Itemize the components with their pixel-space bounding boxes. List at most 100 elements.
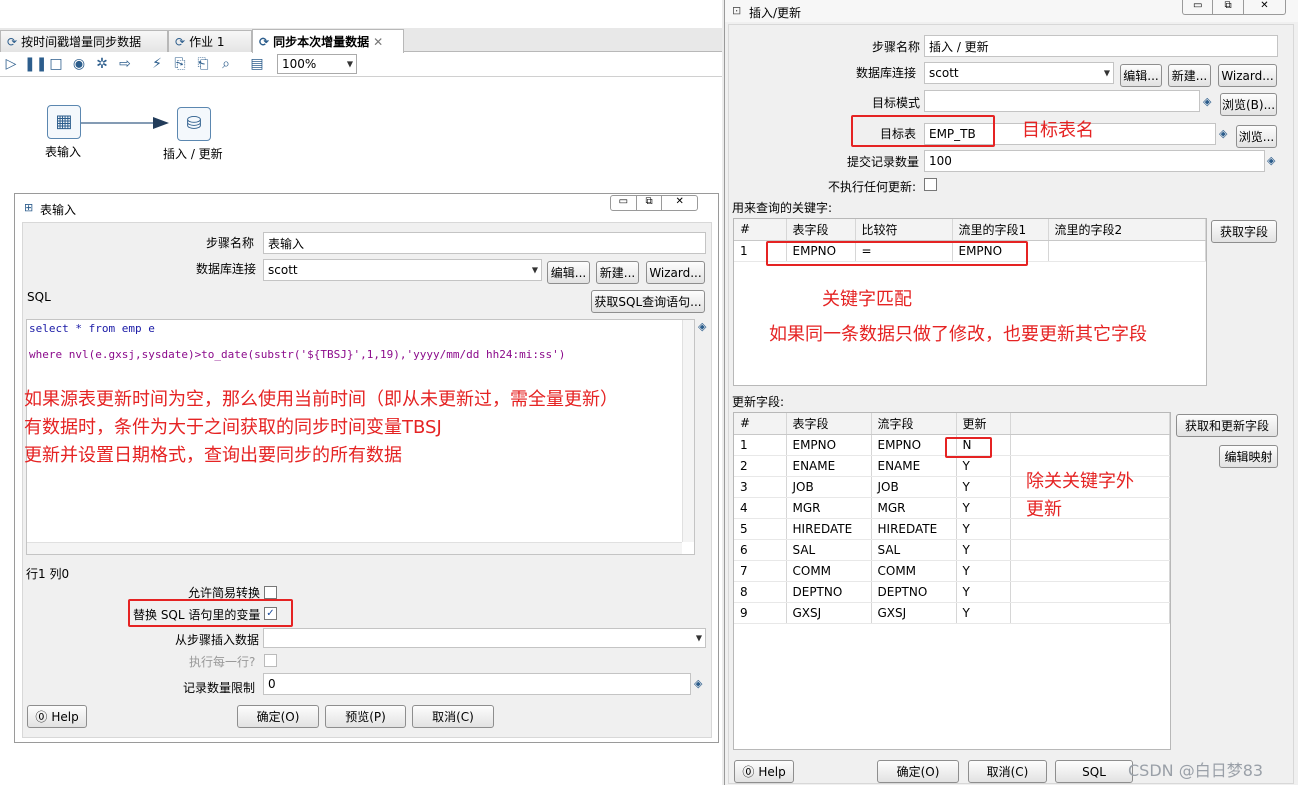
watermark: CSDN @白日梦83 — [1128, 761, 1264, 780]
table-header-row: # 表字段 流字段 更新 — [734, 413, 1170, 435]
chevron-down-icon: ▼ — [695, 633, 702, 643]
highlight-box — [766, 241, 1028, 266]
execute-each-row-checkbox[interactable] — [264, 654, 277, 667]
table-row[interactable]: 8 DEPTNO DEPTNO Y — [734, 581, 1170, 603]
tab-incremental-sync[interactable]: ⟳ 按时间戳增量同步数据 — [0, 30, 168, 52]
debug-icon[interactable]: ✲ — [93, 56, 111, 72]
column-header[interactable]: 流里的字段1 — [952, 219, 1049, 241]
annotation: 关键字匹配 — [822, 289, 912, 310]
preview-button[interactable]: 预览(P) — [325, 705, 406, 728]
pause-icon[interactable]: ❚❚ — [24, 56, 47, 72]
column-header[interactable]: # — [734, 219, 787, 241]
zoom-select[interactable]: 100% ▼ — [277, 54, 357, 74]
commit-size-input[interactable]: 100 — [924, 150, 1265, 172]
variable-icon: ◈ — [698, 320, 707, 333]
column-header[interactable]: 表字段 — [786, 413, 872, 435]
variable-icon: ◈ — [1267, 154, 1276, 167]
ok-button[interactable]: 确定(O) — [237, 705, 319, 728]
verify-icon[interactable]: ⚡ — [148, 56, 166, 72]
step-name-label: 步骤名称 — [206, 236, 255, 250]
hop-arrow — [81, 117, 169, 129]
help-button[interactable]: ⓪ Help — [27, 705, 87, 728]
node-label: 插入 / 更新 — [163, 147, 223, 161]
get-sql-button[interactable]: 获取SQL查询语句... — [591, 290, 705, 313]
stop-icon[interactable]: □ — [47, 56, 65, 72]
restore-icon[interactable]: ⧉ — [1213, 0, 1244, 14]
table-row[interactable]: 6 SAL SAL Y — [734, 539, 1170, 561]
close-icon[interactable]: ✕ — [1244, 0, 1285, 14]
cancel-button[interactable]: 取消(C) — [412, 705, 494, 728]
wizard-button[interactable]: Wizard... — [1218, 64, 1277, 87]
sql-icon[interactable]: ⎗ — [194, 56, 212, 72]
table-row[interactable]: 7 COMM COMM Y — [734, 560, 1170, 582]
chevron-down-icon: ▼ — [1103, 68, 1110, 78]
toolbar-divider — [0, 76, 722, 77]
edit-mapping-button[interactable]: 编辑映射 — [1219, 445, 1278, 468]
close-icon[interactable]: ✕ — [662, 196, 697, 210]
transform-icon: ⟳ — [259, 34, 270, 49]
run-icon[interactable]: ▷ — [2, 56, 20, 72]
get-update-fields-button[interactable]: 获取和更新字段 — [1176, 414, 1278, 437]
db-conn-select[interactable]: scott ▼ — [263, 259, 542, 281]
restore-icon[interactable]: ⧉ — [637, 196, 663, 210]
cancel-button[interactable]: 取消(C) — [968, 760, 1047, 783]
column-header[interactable]: 表字段 — [786, 219, 856, 241]
tab-sync-current[interactable]: ⟳ 同步本次增量数据 ✕ — [252, 29, 404, 53]
lazy-conversion-checkbox[interactable] — [264, 586, 277, 599]
impact-icon[interactable]: ⎘ — [171, 56, 189, 72]
minimize-icon[interactable]: ▭ — [611, 196, 637, 210]
table-input-node[interactable]: ▦ — [47, 105, 81, 139]
sql-button[interactable]: SQL — [1055, 760, 1133, 783]
results-icon[interactable]: ▤ — [248, 56, 266, 72]
table-row[interactable]: 9 GXSJ GXSJ Y — [734, 602, 1170, 624]
browse-table-button[interactable]: 浏览... — [1236, 125, 1277, 148]
get-fields-button[interactable]: 获取字段 — [1211, 220, 1277, 243]
chevron-down-icon: ▼ — [531, 265, 538, 275]
sql-scrollbar-v[interactable] — [682, 320, 694, 542]
db-conn-select[interactable]: scott ▼ — [924, 62, 1114, 84]
edit-button[interactable]: 编辑... — [1120, 64, 1162, 87]
annotation: 如果源表更新时间为空，那么使用当前时间（即从未更新过，需全量更新） — [24, 389, 618, 410]
help-button[interactable]: ⓪ Help — [734, 760, 794, 783]
column-header[interactable]: # — [734, 413, 787, 435]
window-controls: ▭ ⧉ ✕ — [610, 195, 698, 211]
limit-input[interactable]: 0 — [263, 673, 691, 695]
annotation: 除关关键字外 更新 — [1026, 471, 1134, 520]
edit-button[interactable]: 编辑... — [547, 261, 590, 284]
job-icon: ⟳ — [175, 34, 186, 49]
column-header[interactable]: 更新 — [956, 413, 1011, 435]
ok-button[interactable]: 确定(O) — [877, 760, 959, 783]
explore-db-icon[interactable]: ⌕ — [217, 56, 235, 72]
insert-from-step-select[interactable]: ▼ — [263, 628, 706, 648]
preview-icon[interactable]: ◉ — [70, 56, 88, 72]
close-icon[interactable]: ✕ — [373, 35, 383, 49]
cursor-position: 行1 列0 — [26, 567, 70, 581]
column-header[interactable]: 流里的字段2 — [1048, 219, 1206, 241]
column-header[interactable]: 流字段 — [871, 413, 957, 435]
transform-icon: ⟳ — [7, 34, 18, 49]
column-header[interactable]: 比较符 — [855, 219, 953, 241]
highlight-box — [851, 115, 995, 147]
target-schema-input[interactable] — [924, 90, 1200, 112]
sql-line-1: select * from emp e — [29, 322, 155, 335]
step-name-input[interactable]: 插入 / 更新 — [924, 35, 1278, 57]
wizard-button[interactable]: Wizard... — [646, 261, 705, 284]
annotation: 目标表名 — [1022, 120, 1094, 141]
new-button[interactable]: 新建... — [596, 261, 639, 284]
new-button[interactable]: 新建... — [1168, 64, 1211, 87]
tab-job1[interactable]: ⟳ 作业 1 — [168, 30, 252, 52]
minimize-icon[interactable]: ▭ — [1183, 0, 1214, 14]
dialog-title: 插入/更新 — [749, 6, 802, 20]
insert-update-node[interactable]: ⛁ — [177, 107, 211, 141]
replay-icon[interactable]: ⇨ — [116, 56, 134, 72]
commit-size-label: 提交记录数量 — [847, 155, 920, 169]
table-header-row: # 表字段 比较符 流里的字段1 流里的字段2 — [734, 219, 1206, 241]
step-name-input[interactable]: 表输入 — [263, 232, 706, 254]
browse-schema-button[interactable]: 浏览(B)... — [1220, 93, 1277, 116]
db-conn-label: 数据库连接 — [856, 66, 917, 80]
execute-each-row-label: 执行每一行? — [189, 655, 256, 669]
sql-scrollbar-h[interactable] — [27, 542, 682, 554]
insert-from-step-label: 从步骤插入数据 — [175, 633, 260, 647]
annotation: 如果同一条数据只做了修改，也要更新其它字段 — [769, 324, 1147, 345]
no-update-checkbox[interactable] — [924, 178, 937, 191]
